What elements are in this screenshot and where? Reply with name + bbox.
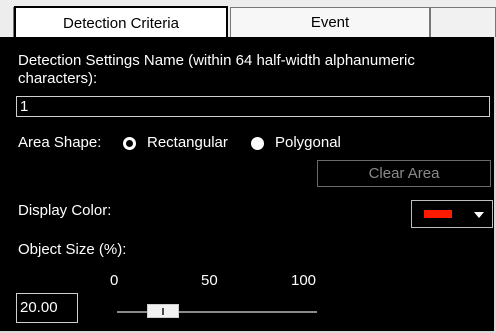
radio-rectangular[interactable] bbox=[123, 137, 136, 150]
color-swatch bbox=[424, 210, 452, 218]
slider-tick-mid: 50 bbox=[201, 272, 218, 289]
tab-strip: Detection Criteria Event bbox=[0, 0, 496, 38]
area-shape-label: Area Shape: bbox=[18, 134, 102, 151]
tab-strip-edge bbox=[0, 7, 14, 37]
tab-detection-criteria[interactable]: Detection Criteria bbox=[14, 6, 228, 38]
tab-event[interactable]: Event bbox=[230, 7, 430, 37]
settings-name-label: Detection Settings Name (within 64 half-… bbox=[18, 52, 415, 87]
radio-rectangular-label[interactable]: Rectangular bbox=[147, 134, 228, 152]
object-size-input[interactable]: 20.00 bbox=[16, 293, 78, 323]
detection-settings-window: Detection Criteria Event Detection Setti… bbox=[0, 0, 496, 333]
slider-tick-max: 100 bbox=[291, 272, 317, 289]
settings-name-input[interactable]: 1 bbox=[16, 96, 490, 117]
clear-area-button[interactable]: Clear Area bbox=[317, 160, 491, 187]
object-size-label: Object Size (%): bbox=[18, 241, 127, 258]
tab-strip-filler bbox=[430, 7, 496, 37]
display-color-dropdown[interactable] bbox=[411, 200, 493, 228]
radio-polygonal-label[interactable]: Polygonal bbox=[275, 134, 341, 152]
chevron-down-icon bbox=[474, 212, 484, 218]
slider-tick-min: 0 bbox=[110, 272, 119, 289]
object-size-slider-thumb[interactable] bbox=[147, 304, 179, 318]
radio-polygonal[interactable] bbox=[251, 137, 264, 150]
display-color-label: Display Color: bbox=[18, 202, 112, 219]
